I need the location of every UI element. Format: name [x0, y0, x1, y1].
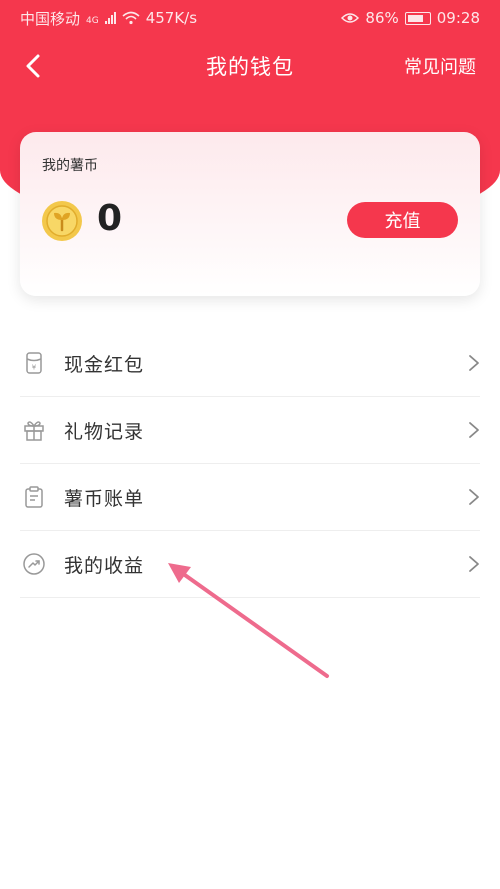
wallet-card: 我的薯币 0 充值 [20, 132, 480, 296]
wifi-icon [122, 11, 140, 25]
menu-item-my-earnings[interactable]: 我的收益 [20, 531, 480, 598]
menu-item-gift-records[interactable]: 礼物记录 [20, 397, 480, 464]
svg-text:¥: ¥ [32, 364, 37, 372]
recharge-button[interactable]: 充值 [347, 202, 458, 238]
menu-label: 礼物记录 [64, 420, 145, 443]
network-type: 4G [86, 15, 99, 26]
battery-percent: 86% [365, 9, 399, 27]
nav-bar: 我的钱包 常见问题 [0, 44, 500, 88]
menu-item-cash-envelope[interactable]: ¥ 现金红包 [20, 330, 480, 397]
earnings-icon [23, 553, 45, 575]
coin-balance: 0 [97, 198, 123, 239]
battery-icon [404, 11, 431, 25]
recharge-label: 充值 [384, 211, 421, 232]
wallet-menu: ¥ 现金红包 礼物记录 薯币账单 我的收益 [20, 330, 480, 598]
chevron-right-icon [469, 355, 479, 371]
menu-label: 现金红包 [64, 353, 145, 376]
network-speed: 457K/s [145, 9, 198, 27]
chevron-right-icon [469, 489, 479, 505]
coin-balance-label: 我的薯币 [42, 158, 98, 174]
chevron-right-icon [469, 422, 479, 438]
status-bar: 中国移动 4G 457K/s 86% 09:28 [0, 0, 500, 36]
cash-envelope-icon: ¥ [26, 352, 42, 374]
eye-comfort-icon [341, 13, 360, 23]
coin-icon [42, 201, 82, 241]
chevron-right-icon [469, 556, 479, 572]
clock: 09:28 [436, 9, 480, 27]
bill-icon [25, 486, 43, 508]
page-title: 我的钱包 [206, 55, 294, 79]
back-arrow-icon[interactable] [18, 50, 50, 82]
menu-label: 薯币账单 [64, 487, 145, 510]
menu-label: 我的收益 [64, 554, 145, 577]
carrier-name: 中国移动 [20, 9, 81, 28]
signal-icon [104, 12, 116, 24]
menu-item-coin-bill[interactable]: 薯币账单 [20, 464, 480, 531]
faq-link[interactable]: 常见问题 [404, 53, 476, 79]
gift-icon [24, 421, 44, 441]
